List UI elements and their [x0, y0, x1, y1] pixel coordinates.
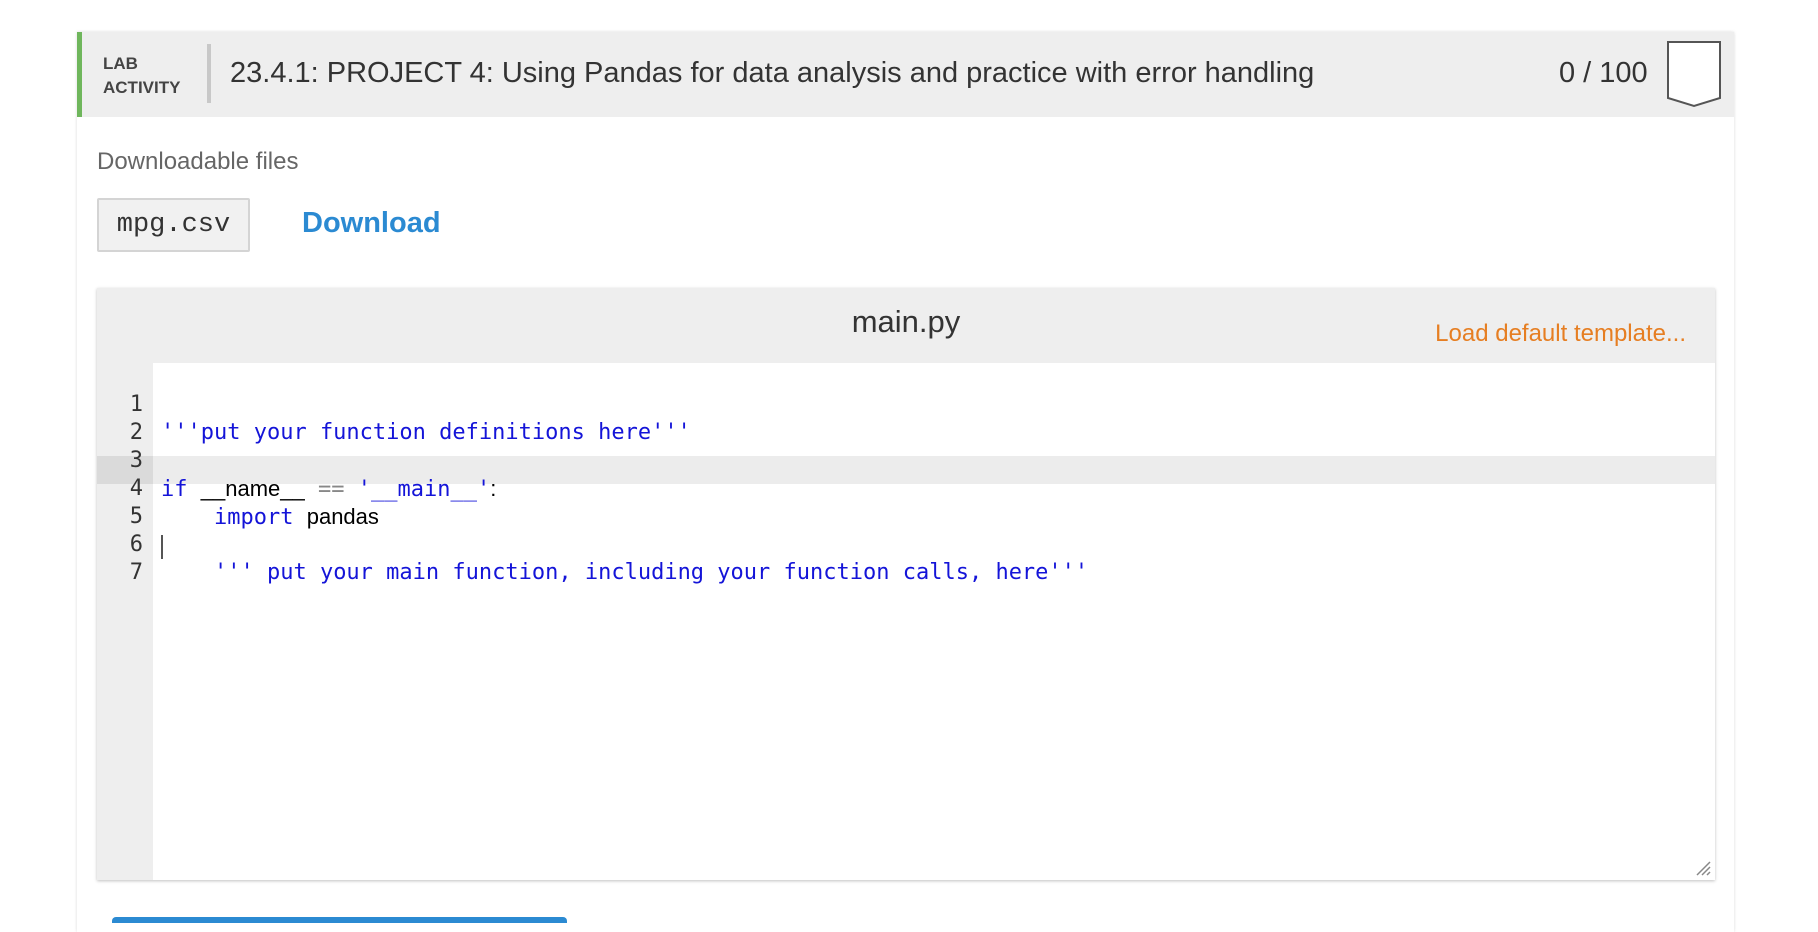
code-editor: main.py Load default template... 1 '''pu…	[97, 288, 1715, 880]
download-link[interactable]: Download	[302, 207, 441, 240]
code-line[interactable]: 1 '''put your function definitions here'…	[97, 363, 1715, 445]
lab-activity-card: LAB ACTIVITY 23.4.1: PROJECT 4: Using Pa…	[77, 32, 1734, 932]
editor-header: main.py Load default template...	[97, 288, 1715, 363]
text-cursor	[161, 535, 163, 559]
code-text: ''' put your main function, including yo…	[161, 559, 1088, 587]
code-line[interactable]: 5	[97, 475, 1715, 529]
resize-grip-icon[interactable]	[1693, 858, 1711, 876]
code-area[interactable]: 1 '''put your function definitions here'…	[97, 363, 1715, 585]
lab-header: LAB ACTIVITY 23.4.1: PROJECT 4: Using Pa…	[77, 32, 1734, 117]
code-line[interactable]: 2	[97, 391, 1715, 445]
lab-tag-line2: ACTIVITY	[103, 78, 181, 97]
lab-score: 0 / 100	[1559, 57, 1648, 89]
completion-badge-icon	[1667, 41, 1721, 108]
code-line[interactable]: 4 import pandas	[97, 447, 1715, 530]
docstring-main: ''' put your main function, including yo…	[213, 560, 1089, 585]
run-mode-tab-strip[interactable]	[112, 917, 567, 923]
load-default-template-link[interactable]: Load default template...	[1435, 320, 1686, 348]
downloadable-files-label: Downloadable files	[97, 148, 299, 175]
code-line-active[interactable]: 7	[97, 531, 1715, 585]
code-line[interactable]: 3 if __name__ == '__main__':	[97, 419, 1715, 502]
lab-title: 23.4.1: PROJECT 4: Using Pandas for data…	[230, 57, 1315, 89]
line-number: 7	[129, 560, 143, 585]
code-line[interactable]: 6 ''' put your main function, including …	[97, 503, 1715, 585]
header-divider	[207, 44, 211, 103]
lab-tag-line1: LAB	[103, 54, 138, 73]
file-name-chip: mpg.csv	[97, 198, 250, 252]
lab-activity-tag: LAB ACTIVITY	[103, 52, 180, 100]
